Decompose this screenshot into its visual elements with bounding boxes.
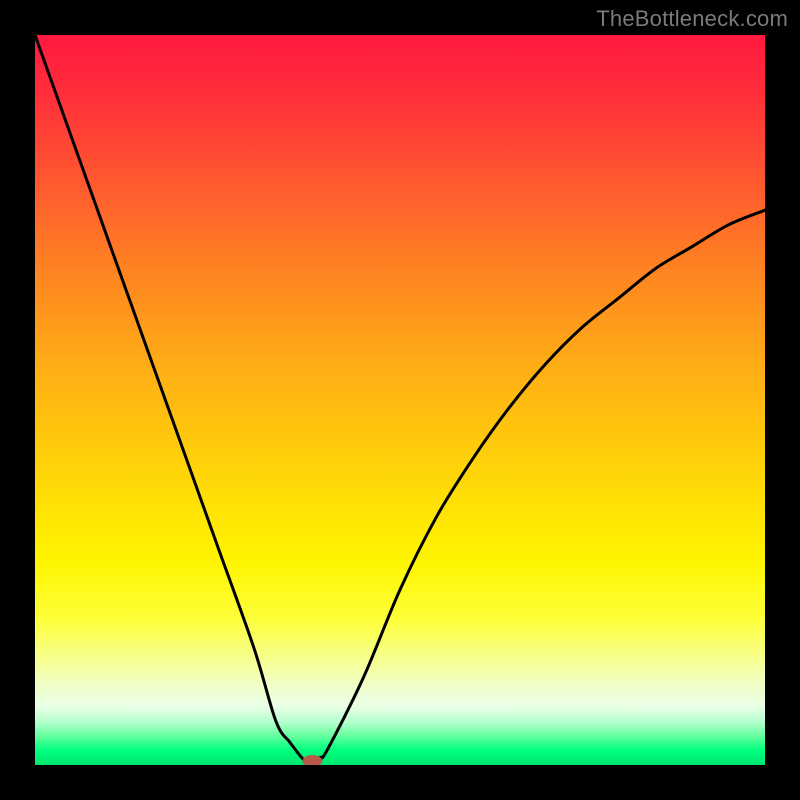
chart-frame: TheBottleneck.com (0, 0, 800, 800)
curve-layer (35, 35, 765, 765)
bottleneck-curve (35, 35, 765, 765)
plot-area (35, 35, 765, 765)
watermark-text: TheBottleneck.com (596, 6, 788, 32)
